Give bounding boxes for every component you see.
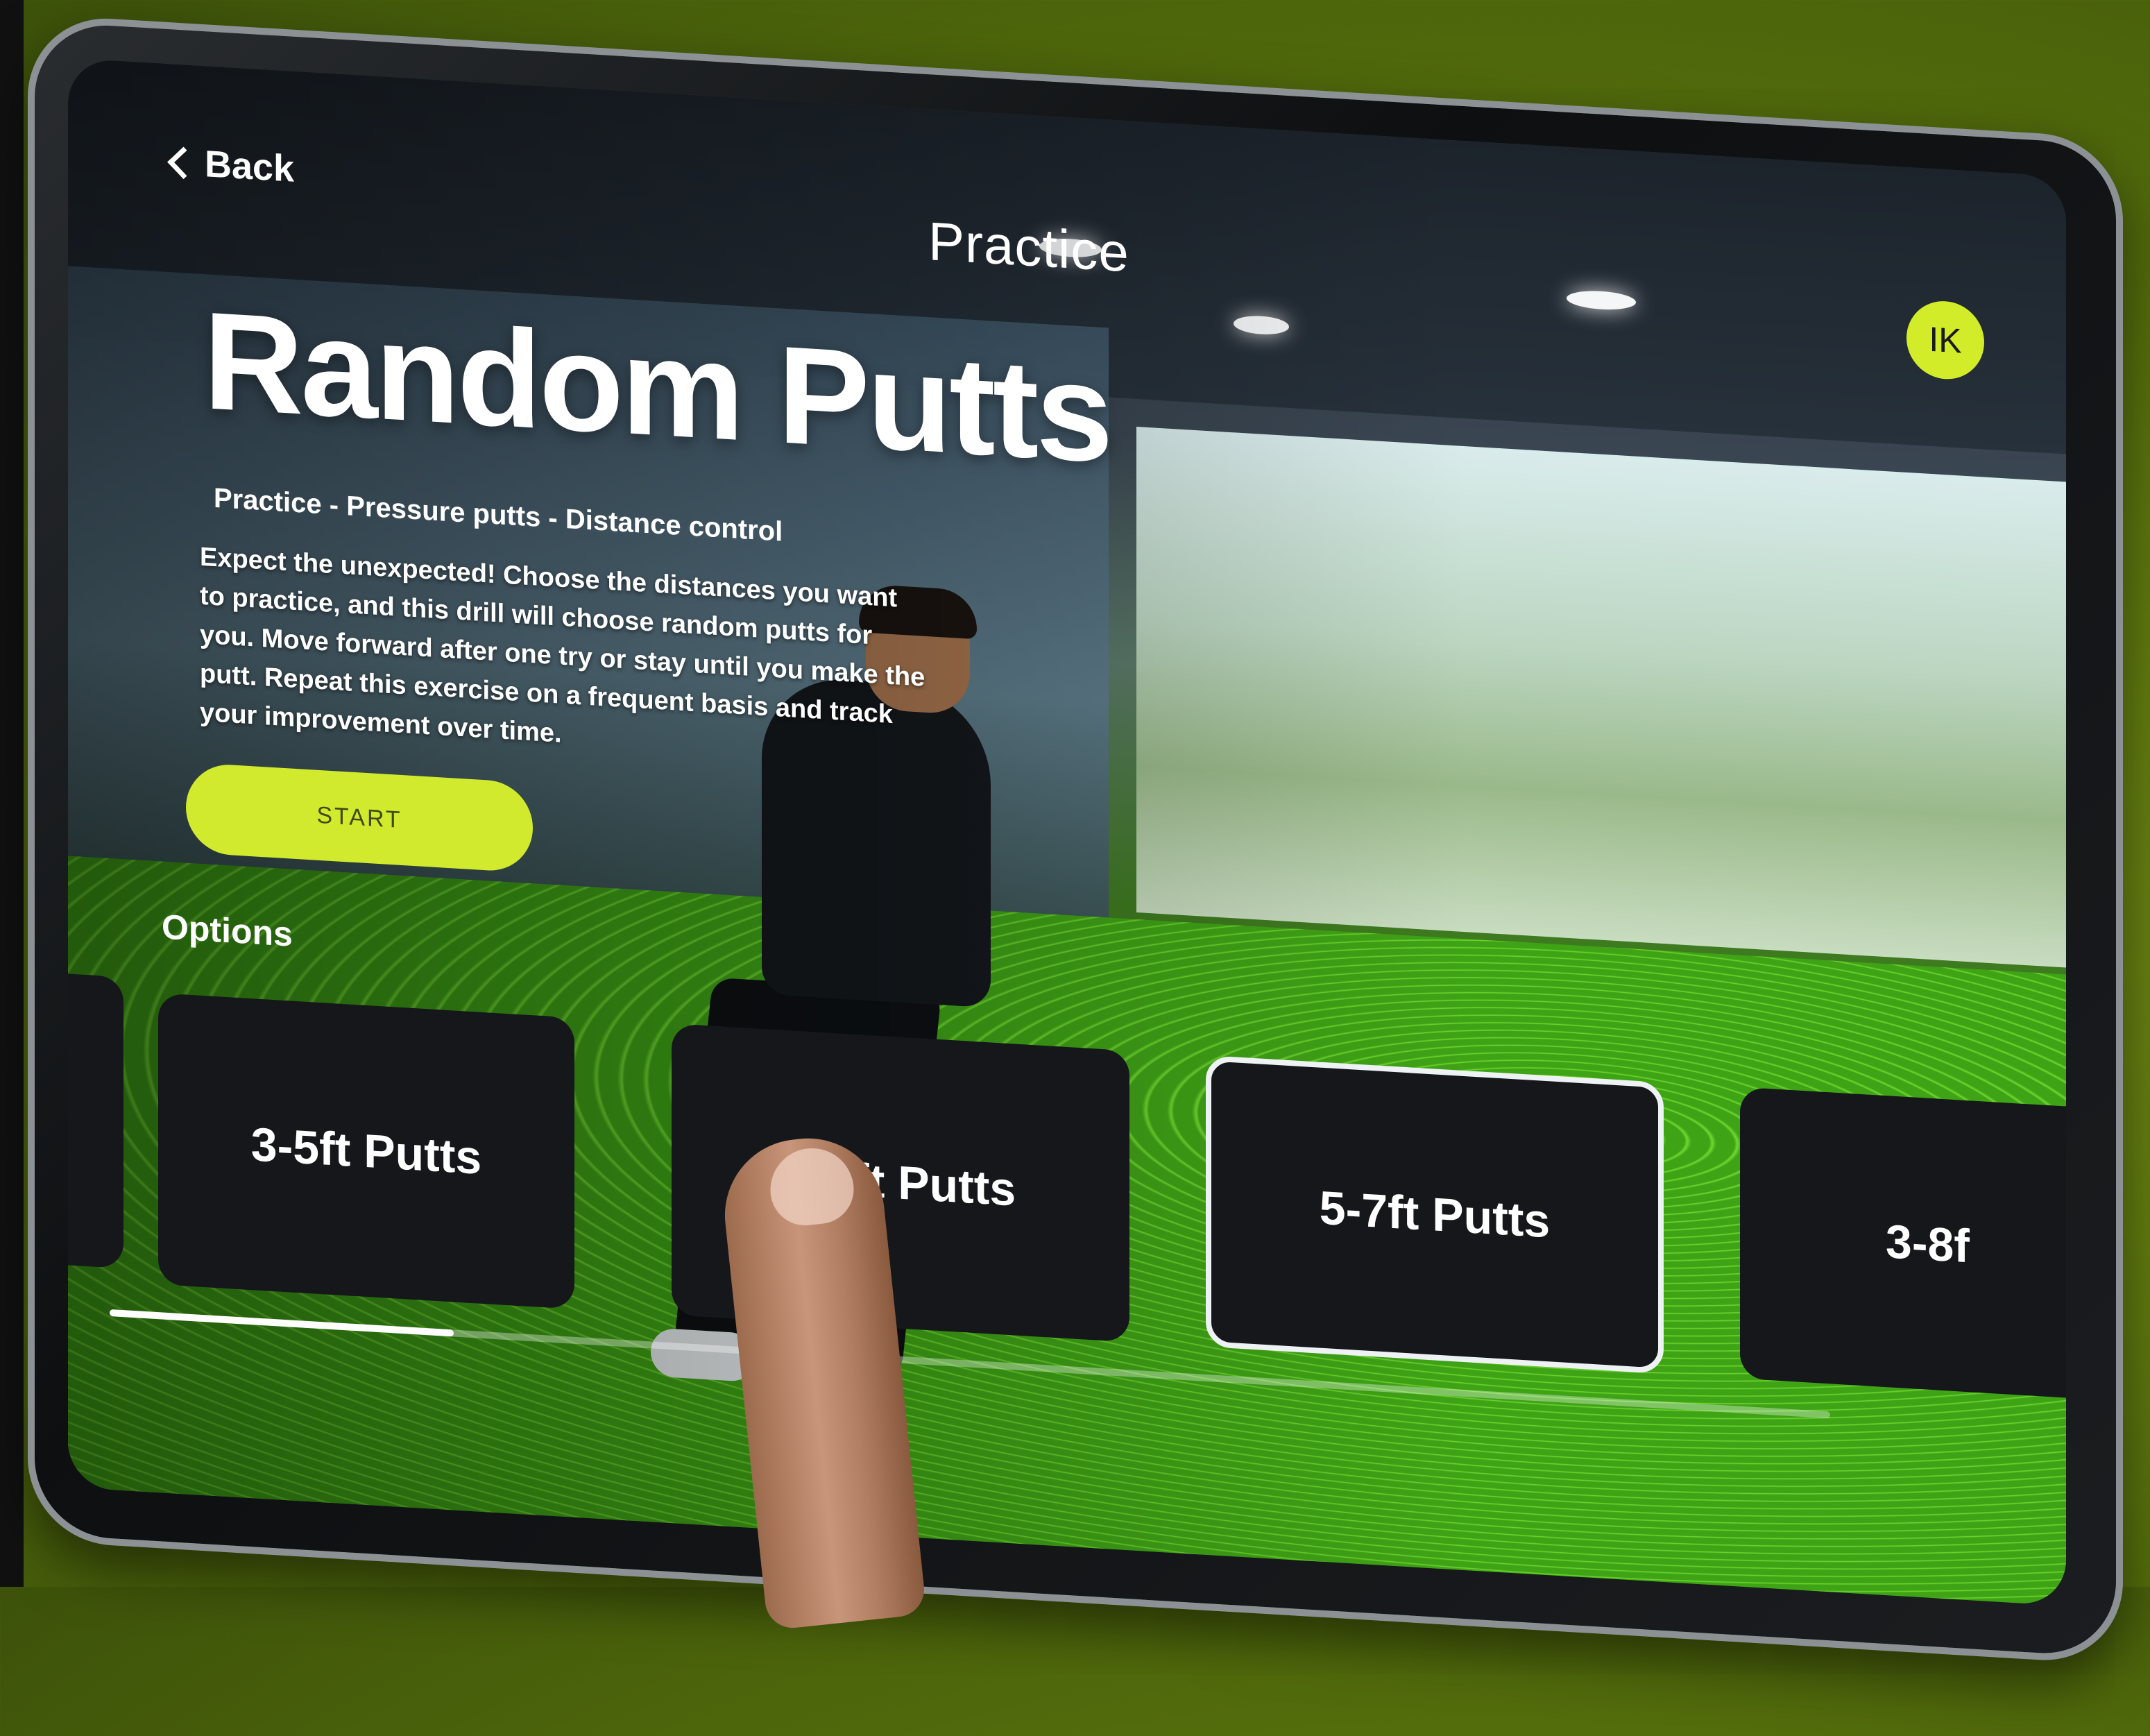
back-label: Back <box>205 143 295 190</box>
option-card-selected[interactable]: 5-7ft Putts <box>1206 1055 1664 1375</box>
option-card[interactable] <box>68 972 123 1269</box>
background-edge <box>0 0 24 1587</box>
option-card[interactable]: 3-8f <box>1740 1087 2066 1404</box>
tablet-device: Back Practice IK Random Putts Practice -… <box>28 14 2150 1736</box>
page-title: Practice <box>928 210 1129 284</box>
app-screen: Back Practice IK Random Putts Practice -… <box>68 58 2066 1606</box>
back-button[interactable]: Back <box>167 140 295 190</box>
chevron-left-icon <box>167 146 200 179</box>
options-heading: Options <box>162 907 293 954</box>
option-card[interactable]: 3-5ft Putts <box>158 993 574 1309</box>
